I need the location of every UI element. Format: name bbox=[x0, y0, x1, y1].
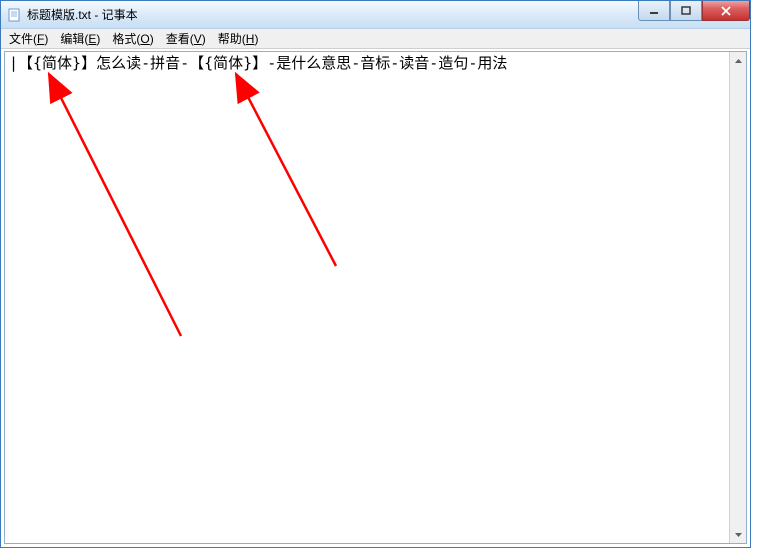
app-icon bbox=[7, 7, 23, 23]
window-title: 标题模版.txt - 记事本 bbox=[27, 6, 138, 23]
scroll-up-arrow-icon[interactable] bbox=[730, 52, 747, 69]
menubar: 文件(F) 编辑(E) 格式(O) 查看(V) 帮助(H) bbox=[1, 29, 750, 49]
close-button[interactable] bbox=[702, 1, 750, 21]
window-controls bbox=[638, 1, 750, 21]
menu-edit[interactable]: 编辑(E) bbox=[54, 28, 106, 49]
text-content[interactable]: |【{简体}】怎么读-拼音-【{简体}】-是什么意思-音标-读音-造句-用法 bbox=[5, 52, 746, 74]
menu-help[interactable]: 帮助(H) bbox=[212, 28, 265, 49]
menu-file[interactable]: 文件(F) bbox=[3, 28, 54, 49]
text-area-container: |【{简体}】怎么读-拼音-【{简体}】-是什么意思-音标-读音-造句-用法 bbox=[4, 51, 747, 544]
menu-view[interactable]: 查看(V) bbox=[160, 28, 212, 49]
scroll-down-arrow-icon[interactable] bbox=[730, 526, 747, 543]
titlebar[interactable]: 标题模版.txt - 记事本 bbox=[1, 1, 750, 29]
maximize-button[interactable] bbox=[670, 1, 702, 21]
vertical-scrollbar[interactable] bbox=[729, 52, 746, 543]
notepad-window: 标题模版.txt - 记事本 文件(F) 编辑(E) 格式(O bbox=[0, 0, 751, 548]
menu-format[interactable]: 格式(O) bbox=[106, 28, 159, 49]
minimize-button[interactable] bbox=[638, 1, 670, 21]
